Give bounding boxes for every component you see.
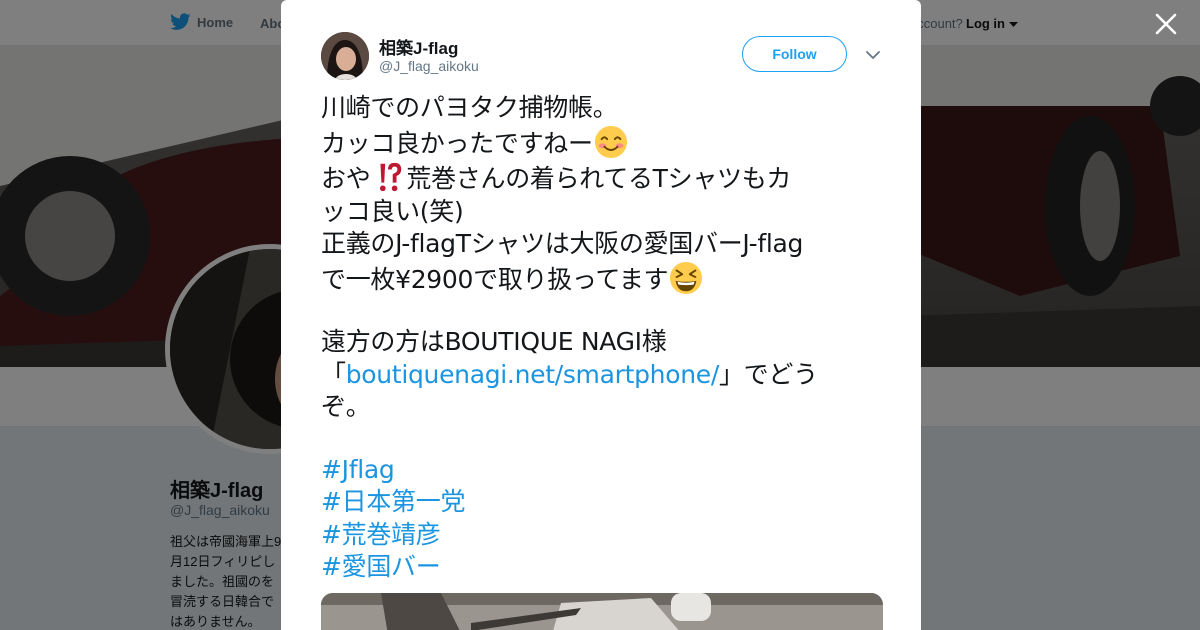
tweet-line: 「boutiquenagi.net/smartphone/」でどう xyxy=(321,359,881,392)
tweet-modal: 相築J-flag @J_flag_aikoku Follow 川崎でのパヨタク捕… xyxy=(281,0,921,630)
tweet-media-image[interactable] xyxy=(321,593,883,630)
tweet-line: 正義のJ-flagTシャツは大阪の愛国バーJ-flag xyxy=(321,229,804,258)
hashtag-link[interactable]: #Jflag xyxy=(321,454,881,487)
tweet-line-text: おや xyxy=(321,164,371,193)
tweet-author-handle[interactable]: @J_flag_aikoku xyxy=(379,58,479,74)
tweet-line: で一枚¥2900で取り扱ってます xyxy=(321,261,881,297)
tweet-line-text: 荒巻さんの着られてるTシャツもカ xyxy=(406,164,792,193)
hashtag-link[interactable]: #日本第一党 xyxy=(321,486,881,519)
close-modal-button[interactable] xyxy=(1153,11,1179,37)
hashtag-link[interactable]: #愛国バー xyxy=(321,551,881,584)
tweet-line: ぞ。 xyxy=(321,392,371,421)
interrobang-emoji xyxy=(380,162,402,192)
tweet-options-button[interactable] xyxy=(863,46,883,64)
tweet-spacer xyxy=(321,424,881,454)
chevron-down-icon xyxy=(866,51,880,59)
grinning-squinting-face-emoji xyxy=(670,261,703,294)
follow-button[interactable]: Follow xyxy=(742,36,847,72)
tweet-spacer xyxy=(321,296,881,326)
tweet-line-text: 」でどう xyxy=(718,359,818,389)
tweet-line-text: 「 xyxy=(321,359,346,389)
tweet-author-avatar[interactable] xyxy=(321,32,369,80)
tweet-line: 遠方の方はBOUTIQUE NAGI様 xyxy=(321,327,667,356)
tweet-text: 川崎でのパヨタク捕物帳。 カッコ良かったですねー おや 荒巻さんの着られてるTシャ… xyxy=(321,92,881,584)
close-icon xyxy=(1155,13,1177,35)
tweet-line: おや 荒巻さんの着られてるTシャツもカ xyxy=(321,160,881,196)
tweet-line: 川崎でのパヨタク捕物帳。 xyxy=(321,93,618,122)
tweet-line: ッコ良い(笑) xyxy=(321,196,464,226)
tweet-url-link[interactable]: boutiquenagi.net/smartphone/ xyxy=(346,360,720,389)
tweet-line-text: で一枚¥2900で取り扱ってます xyxy=(321,264,669,294)
tweet-author-name[interactable]: 相築J-flag xyxy=(379,34,458,59)
hashtag-link[interactable]: #荒巻靖彦 xyxy=(321,519,881,552)
tweet-line-text: カッコ良かったですねー xyxy=(321,128,593,158)
tweet-line: カッコ良かったですねー xyxy=(321,125,881,161)
smiling-face-emoji xyxy=(594,125,627,158)
